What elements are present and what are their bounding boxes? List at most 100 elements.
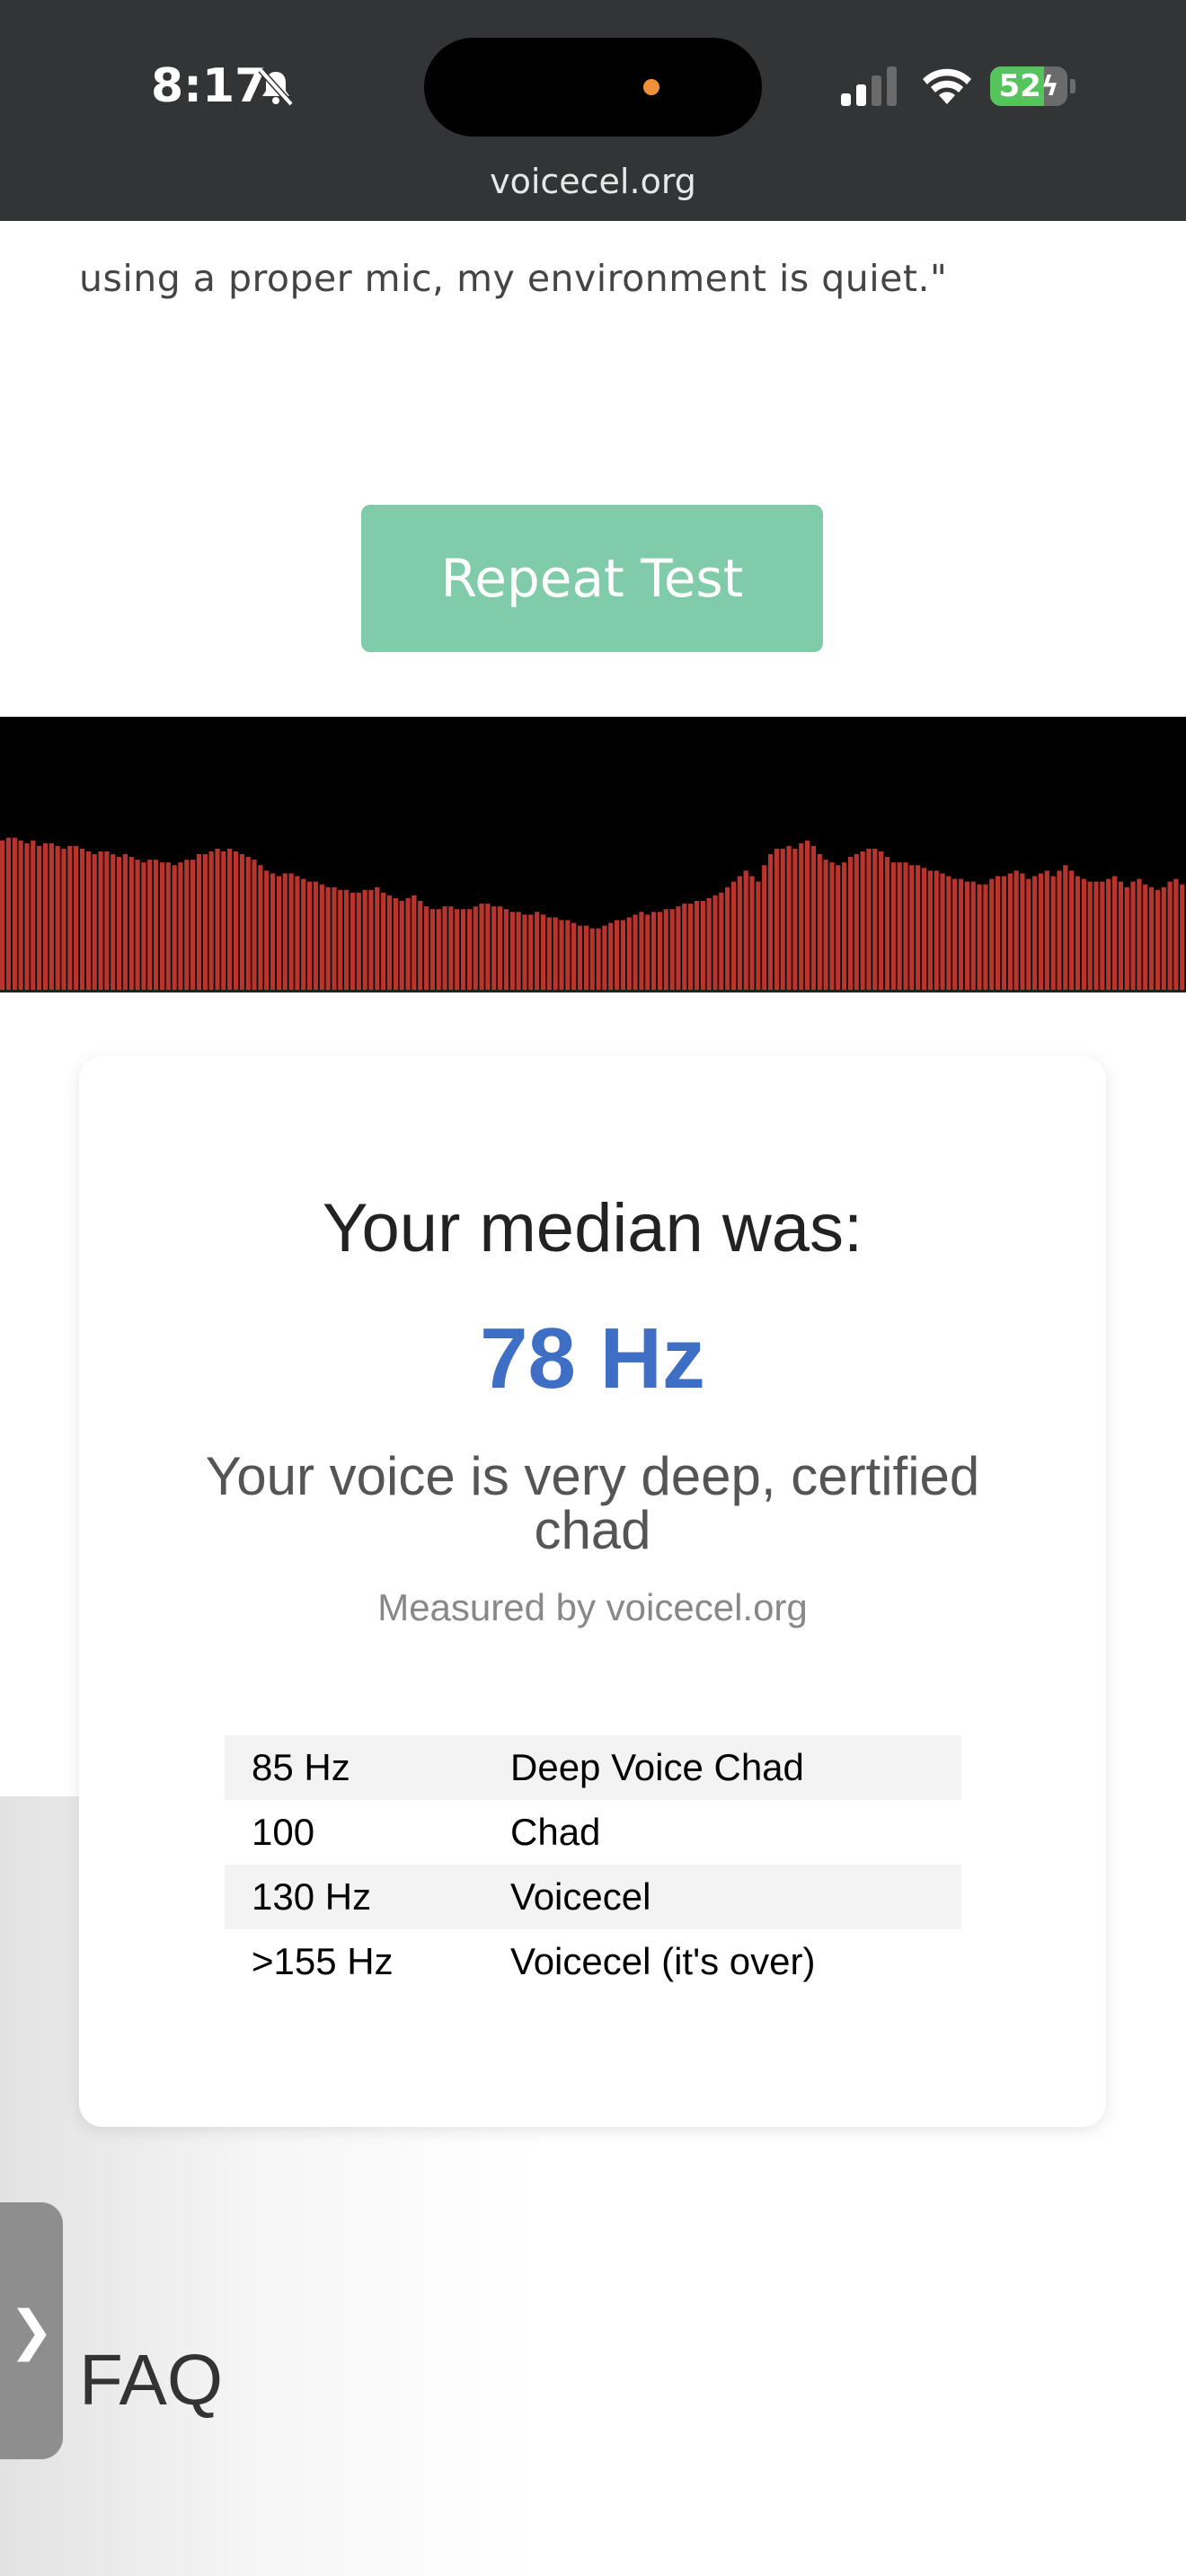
visualizer-bar (657, 912, 663, 992)
visualizer-bar (356, 892, 361, 992)
visualizer-bar (79, 848, 85, 992)
signal-icon (841, 66, 897, 106)
visualizer-bar (916, 865, 921, 992)
visualizer-bar (725, 887, 730, 992)
visualizer-bar (338, 889, 343, 992)
visualizer-bar (455, 909, 460, 992)
visualizer-bar (313, 881, 319, 992)
faq-heading: FAQ (79, 2340, 224, 2420)
result-card: Your median was: 78 Hz Your voice is ver… (79, 1056, 1106, 2127)
visualizer-bar (737, 876, 742, 992)
visualizer-baseline (0, 990, 1186, 992)
visualizer-bar (614, 920, 620, 992)
visualizer-bar (381, 892, 386, 992)
visualizer-bar (1007, 873, 1013, 992)
visualizer-bar (1111, 876, 1118, 992)
visualizer-bar (571, 922, 577, 992)
visualizer-bar (104, 851, 110, 992)
visualizer-bar (473, 906, 478, 992)
visualizer-bar (535, 912, 540, 992)
visualizer-bar (817, 854, 822, 992)
side-panel-toggle[interactable]: ❯ (0, 2202, 63, 2459)
visualizer-bar (676, 906, 681, 992)
visualizer-bar (122, 854, 128, 992)
chevron-right-icon: ❯ (8, 2299, 55, 2362)
clock: 8:17 (151, 59, 268, 113)
visualizer-bar (344, 889, 350, 992)
visualizer-bar (836, 865, 841, 992)
visualizer-bar (85, 851, 91, 992)
visualizer-bar (1050, 876, 1056, 992)
visualizer-bar (74, 845, 79, 992)
table-row: 100 Chad (225, 1800, 961, 1865)
visualizer-bar (1013, 870, 1019, 992)
visualizer-bar (497, 906, 503, 992)
visualizer-bar (37, 845, 42, 992)
visualizer-bar (767, 854, 774, 992)
visualizer-bars (0, 837, 1185, 992)
visualizer-bar (1001, 876, 1007, 992)
visualizer-bar (639, 912, 644, 992)
visualizer-bar (386, 895, 393, 992)
table-cell-label: Voicecel (483, 1865, 961, 1929)
visualizer-bar (1087, 881, 1093, 992)
visualizer-bar (405, 897, 411, 992)
privacy-indicator (643, 79, 659, 95)
visualizer-bar (946, 876, 951, 992)
visualizer-bar (147, 860, 153, 992)
visualizer-bar (940, 873, 945, 992)
visualizer-bar (202, 854, 208, 992)
visualizer-bar (190, 860, 196, 992)
visualizer-bar (669, 909, 675, 992)
visualizer-bar (288, 873, 294, 992)
visualizer-bar (67, 845, 73, 992)
visualizer-bar (128, 857, 134, 992)
visualizer-bar (847, 857, 854, 992)
visualizer-bar (700, 901, 705, 992)
visualizer-bar (1026, 878, 1031, 992)
visualizer-bar (178, 862, 183, 992)
visualizer-bar (995, 876, 1001, 992)
visualizer-bar (479, 904, 484, 992)
visualizer-bar (983, 884, 988, 992)
visualizer-bar (522, 914, 527, 992)
visualizer-bar (159, 862, 165, 992)
visualizer-bar (325, 887, 331, 992)
visualizer-bar (509, 912, 515, 992)
visualizer-bar (626, 917, 632, 992)
visualizer-bar (282, 873, 288, 992)
visualizer-bar (42, 842, 49, 992)
visualizer-bar (295, 876, 300, 992)
repeat-test-button[interactable]: Repeat Test (361, 505, 823, 652)
reference-table: 85 Hz Deep Voice Chad 100 Chad 130 Hz Vo… (225, 1735, 961, 1994)
visualizer-bar (448, 906, 454, 992)
url-bar[interactable]: voicecel.org (0, 162, 1186, 201)
visualizer-bar (927, 870, 933, 992)
visualizer-bar (712, 895, 718, 992)
visualizer-bar (872, 848, 878, 992)
visualizer-bar (270, 873, 276, 992)
visualizer-bar (884, 857, 890, 992)
visualizer-bar (897, 862, 902, 992)
visualizer-bar (429, 909, 435, 992)
visualizer-bar (559, 920, 564, 992)
visualizer-bar (860, 851, 865, 992)
visualizer-bar (423, 906, 429, 992)
table-cell-label: Deep Voice Chad (483, 1735, 961, 1800)
visualizer-bar (620, 920, 626, 992)
visualizer-bar (1180, 884, 1185, 992)
visualizer-bar (442, 906, 447, 992)
visualizer-bar (1161, 887, 1166, 992)
visualizer-bar (645, 914, 651, 992)
visualizer-bar (1075, 876, 1081, 992)
visualizer-bar (528, 914, 534, 992)
visualizer-bar (663, 909, 668, 992)
visualizer-bar (540, 914, 546, 992)
table-cell-frequency: 85 Hz (225, 1735, 483, 1800)
visualizer-bar (730, 881, 737, 992)
visualizer-bar (823, 860, 828, 992)
visualizer-bar (412, 895, 417, 992)
visualizer-bar (903, 862, 908, 992)
visualizer-bar (245, 857, 251, 992)
visualizer-bar (596, 928, 601, 992)
